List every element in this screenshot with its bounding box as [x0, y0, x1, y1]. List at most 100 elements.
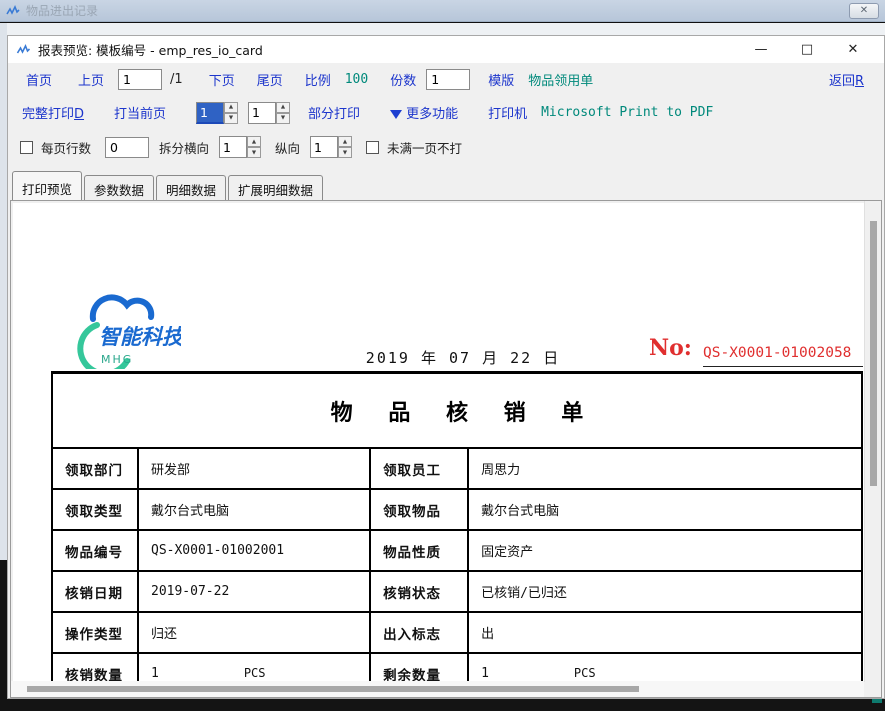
down-arrow-icon — [390, 110, 402, 119]
table-row: 领取类型 戴尔台式电脑 领取物品 戴尔台式电脑 — [52, 489, 862, 530]
outer-window-edge — [0, 23, 885, 35]
spin-up-icon[interactable]: ▲ — [247, 136, 261, 147]
last-page-button[interactable]: 尾页 — [257, 70, 283, 89]
split-vertical-input[interactable] — [310, 136, 338, 158]
row-value: 研发部 — [151, 463, 190, 478]
range-to-input[interactable] — [248, 102, 276, 124]
prev-page-button[interactable]: 上页 — [78, 70, 104, 89]
partial-print-button[interactable]: 部分打印 — [308, 103, 360, 122]
outer-window-left-edge — [0, 23, 7, 563]
row-value: 已核销/已归还 — [481, 586, 567, 601]
maximize-button[interactable]: □ — [784, 37, 830, 63]
row-value: QS-X0001-01002001 — [151, 543, 284, 558]
row-label: 领取部门 — [52, 448, 138, 489]
document-no-value: QS-X0001-01002058 — [703, 345, 863, 367]
row-value: 固定资产 — [481, 545, 533, 560]
row-label: 核销状态 — [370, 571, 468, 612]
more-functions-button[interactable]: 更多功能 — [390, 103, 458, 122]
row-value: 1 — [481, 666, 489, 681]
row-value: 归还 — [151, 627, 177, 642]
row-label: 领取类型 — [52, 489, 138, 530]
row-label: 核销日期 — [52, 571, 138, 612]
row-label: 领取物品 — [370, 489, 468, 530]
range-from-spinner[interactable]: ▲▼ — [196, 102, 238, 124]
document-title: 物 品 核 销 单 — [317, 395, 598, 427]
horizontal-scrollbar-thumb[interactable] — [27, 686, 639, 692]
row-label: 核销数量 — [52, 653, 138, 682]
rows-per-page-checkbox[interactable] — [20, 141, 33, 154]
outer-window-bottom-edge — [0, 699, 885, 711]
row-value: 戴尔台式电脑 — [151, 504, 229, 519]
print-current-page-button[interactable]: 打当前页 — [114, 103, 166, 122]
spin-up-icon[interactable]: ▲ — [338, 136, 352, 147]
spin-down-icon[interactable]: ▼ — [224, 113, 238, 124]
tab-extended-detail-data[interactable]: 扩展明细数据 — [228, 175, 323, 200]
logo-subtext: MHG — [101, 353, 133, 366]
skip-incomplete-page-checkbox[interactable] — [366, 141, 379, 154]
full-print-button[interactable]: 完整打印D — [22, 103, 84, 122]
row-unit: PCS — [574, 666, 596, 680]
split-horizontal-label: 拆分横向 — [159, 138, 209, 157]
copies-input[interactable] — [426, 69, 470, 90]
spin-up-icon[interactable]: ▲ — [224, 102, 238, 113]
page-number-input[interactable] — [118, 69, 162, 90]
dialog-title: 报表预览: 模板编号 - emp_res_io_card — [38, 40, 263, 59]
spin-down-icon[interactable]: ▼ — [276, 113, 290, 124]
preview-panel: 智能科技 MHG 2019 年 07 月 22 日 No: QS-X0001-0… — [10, 200, 882, 698]
spin-down-icon[interactable]: ▼ — [338, 147, 352, 158]
close-button[interactable]: ✕ — [830, 37, 876, 63]
dialog-titlebar: 报表预览: 模板编号 - emp_res_io_card — □ ✕ — [8, 36, 884, 63]
row-label: 领取员工 — [370, 448, 468, 489]
vertical-scrollbar[interactable] — [864, 201, 881, 682]
writeoff-table: 领取部门 研发部 领取员工 周思力 领取类型 戴尔台式电脑 领取物品 戴尔台式电… — [51, 447, 863, 682]
split-vertical-label: 纵向 — [275, 138, 300, 157]
row-label: 物品编号 — [52, 530, 138, 571]
outer-window-title: 物品进出记录 — [26, 2, 98, 19]
scale-label: 比例 — [305, 70, 331, 89]
split-horizontal-input[interactable] — [219, 136, 247, 158]
row-value: 周思力 — [481, 463, 520, 478]
range-to-spinner[interactable]: ▲▼ — [248, 102, 290, 124]
table-row: 核销数量 1PCS 剩余数量 1PCS — [52, 653, 862, 682]
rows-per-page-label: 每页行数 — [41, 138, 91, 157]
document-no-label: No: — [649, 335, 692, 361]
document-page: 智能科技 MHG 2019 年 07 月 22 日 No: QS-X0001-0… — [13, 203, 864, 682]
tab-detail-data[interactable]: 明细数据 — [156, 175, 226, 200]
spin-down-icon[interactable]: ▼ — [247, 147, 261, 158]
minimize-button[interactable]: — — [738, 37, 784, 63]
split-vertical-spinner[interactable]: ▲▼ — [310, 136, 352, 158]
company-logo: 智能科技 MHG — [71, 281, 181, 373]
first-page-button[interactable]: 首页 — [26, 70, 52, 89]
row-label: 出入标志 — [370, 612, 468, 653]
vertical-scrollbar-thumb[interactable] — [870, 221, 877, 486]
row-label: 操作类型 — [52, 612, 138, 653]
outer-window-left-dark-edge — [0, 560, 7, 711]
app-icon — [6, 5, 20, 17]
document-title-box: 物 品 核 销 单 — [51, 371, 863, 447]
scale-value: 100 — [345, 72, 368, 87]
tab-parameter-data[interactable]: 参数数据 — [84, 175, 154, 200]
tab-print-preview[interactable]: 打印预览 — [12, 171, 82, 200]
next-page-button[interactable]: 下页 — [209, 70, 235, 89]
table-row: 物品编号 QS-X0001-01002001 物品性质 固定资产 — [52, 530, 862, 571]
template-button[interactable]: 模版 — [488, 70, 514, 89]
table-row: 操作类型 归还 出入标志 出 — [52, 612, 862, 653]
tab-bar: 打印预览 参数数据 明细数据 扩展明细数据 — [12, 167, 325, 200]
spin-up-icon[interactable]: ▲ — [276, 102, 290, 113]
table-row: 核销日期 2019-07-22 核销状态 已核销/已归还 — [52, 571, 862, 612]
horizontal-scrollbar[interactable] — [11, 681, 864, 697]
range-from-input[interactable] — [196, 102, 224, 124]
logo-text: 智能科技 — [99, 325, 181, 349]
template-name: 物品领用单 — [528, 70, 593, 89]
back-button[interactable]: 返回R — [829, 70, 864, 89]
table-row: 领取部门 研发部 领取员工 周思力 — [52, 448, 862, 489]
page-total-label: /1 — [170, 72, 183, 87]
rows-per-page-input[interactable] — [105, 137, 149, 158]
skip-incomplete-page-label: 未满一页不打 — [387, 138, 462, 157]
outer-close-button[interactable]: ✕ — [849, 3, 879, 19]
row-value: 1 — [151, 666, 159, 681]
print-toolbar: 完整打印D 打当前页 ▲▼ ▲▼ 部分打印 更多功能 打印机 Microsoft… — [8, 96, 884, 129]
options-toolbar: 每页行数 拆分横向 ▲▼ 纵向 ▲▼ 未满一页不打 — [8, 129, 884, 165]
split-horizontal-spinner[interactable]: ▲▼ — [219, 136, 261, 158]
row-value: 出 — [481, 627, 494, 642]
